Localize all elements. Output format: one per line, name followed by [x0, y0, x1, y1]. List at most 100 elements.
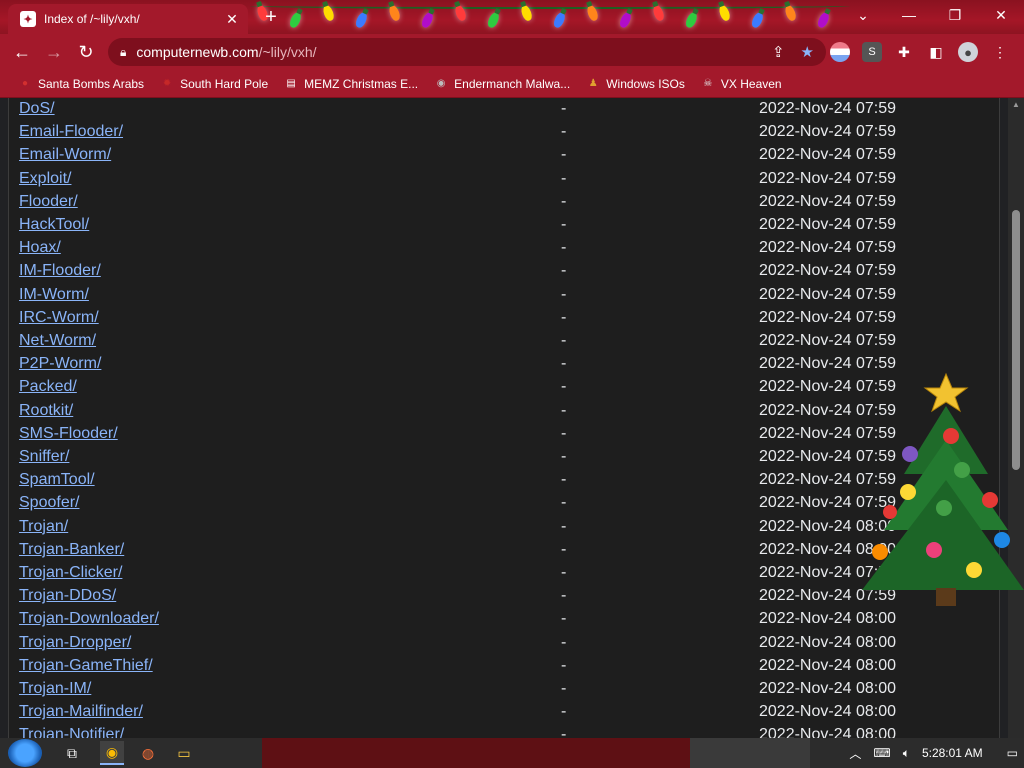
directory-link[interactable]: Trojan-Mailfinder/ — [19, 703, 143, 721]
directory-link[interactable]: Trojan-Dropper/ — [19, 634, 131, 652]
directory-link[interactable]: Trojan-IM/ — [19, 680, 91, 698]
modified-date: 2022-Nov-24 07:59 — [759, 123, 896, 141]
bookmark-item[interactable]: ✹ South Hard Pole — [160, 77, 268, 91]
directory-link[interactable]: Rootkit/ — [19, 402, 73, 420]
chrome-icon[interactable]: ◉ — [100, 741, 124, 765]
figure-icon: ♟ — [588, 78, 598, 89]
light-bulb-decoration — [816, 10, 831, 30]
directory-link[interactable]: Trojan-Downloader/ — [19, 610, 159, 628]
new-tab-button[interactable]: + — [260, 6, 282, 28]
table-row: Trojan-Mailfinder/ - 2022-Nov-24 08:00 — [9, 701, 999, 724]
directory-link[interactable]: Trojan-Clicker/ — [19, 564, 122, 582]
file-size: - — [561, 540, 567, 558]
modified-date: 2022-Nov-24 07:59 — [759, 262, 896, 280]
file-size: - — [561, 146, 567, 164]
file-size: - — [561, 123, 567, 141]
table-row: P2P-Worm/-2022-Nov-24 07:59 — [9, 353, 999, 376]
modified-date: 2022-Nov-24 08:00 — [759, 656, 896, 674]
tab-search-button[interactable]: ⌄ — [840, 0, 886, 30]
reload-icon[interactable]: ↻ — [70, 36, 102, 68]
modified-date: 2022-Nov-24 07:59 — [759, 192, 896, 210]
table-row: Spoofer/-2022-Nov-24 07:59 — [9, 492, 999, 515]
directory-link[interactable]: SpamTool/ — [19, 471, 95, 489]
directory-link[interactable]: HackTool/ — [19, 216, 89, 234]
directory-link[interactable]: Trojan-Banker/ — [19, 541, 124, 559]
modified-date: 2022-Nov-24 08:00 — [759, 726, 896, 738]
file-size: - — [561, 285, 567, 303]
bookmark-label: VX Heaven — [720, 76, 782, 91]
directory-link[interactable]: IM-Worm/ — [19, 286, 89, 304]
modified-date: 2022-Nov-24 08:00 — [759, 703, 896, 721]
modified-date: 2022-Nov-24 07:59 — [759, 169, 896, 187]
browser-tab[interactable]: ✦ Index of /~lily/vxh/ ✕ — [8, 4, 248, 34]
scroll-up-arrow-icon[interactable]: ▲ — [1008, 98, 1024, 112]
directory-link[interactable]: DoS/ — [19, 100, 55, 118]
file-explorer-icon[interactable]: ▭ — [172, 741, 196, 765]
directory-link[interactable]: Trojan-DDoS/ — [19, 587, 116, 605]
extension-s-icon[interactable]: S — [862, 42, 882, 62]
table-row: SpamTool/-2022-Nov-24 07:59 — [9, 469, 999, 492]
directory-link[interactable]: IM-Flooder/ — [19, 262, 101, 280]
bookmark-item[interactable]: ☠ VX Heaven — [701, 76, 782, 91]
notifications-icon[interactable]: ▭ — [1007, 746, 1018, 760]
directory-link[interactable]: Exploit/ — [19, 170, 71, 188]
directory-link[interactable]: P2P-Worm/ — [19, 355, 101, 373]
volume-icon[interactable]: 🔈︎ — [903, 746, 910, 761]
christmas-lights-decoration — [250, 0, 850, 34]
directory-link[interactable]: SMS-Flooder/ — [19, 425, 118, 443]
start-button[interactable] — [8, 739, 42, 767]
bookmark-star-icon[interactable]: ★ — [801, 43, 814, 61]
directory-link[interactable]: Trojan/ — [19, 518, 68, 536]
directory-link[interactable]: Sniffer/ — [19, 448, 69, 466]
directory-link[interactable]: Net-Worm/ — [19, 332, 96, 350]
forward-arrow-icon[interactable]: → — [38, 36, 70, 68]
modified-date: 2022-Nov-24 07:59 — [759, 285, 896, 303]
directory-link[interactable]: Flooder/ — [19, 193, 78, 211]
table-row: Net-Worm/ - 2022-Nov-24 07:59 — [9, 330, 999, 353]
profile-avatar-icon[interactable]: ● — [958, 42, 978, 62]
bookmark-item[interactable]: ◉ Endermanch Malwa... — [434, 77, 570, 91]
table-row: Trojan-Downloader/ - 2022-Nov-24 08:00 — [9, 608, 999, 631]
directory-link[interactable]: Packed/ — [19, 378, 77, 396]
skull-icon: ☠ — [703, 78, 713, 89]
close-window-button[interactable]: ✕ — [978, 0, 1024, 30]
tab-close-icon[interactable]: ✕ — [222, 11, 242, 28]
file-size: - — [561, 680, 567, 697]
bookmark-item[interactable]: ▤ MEMZ Christmas E... — [284, 77, 418, 91]
file-size: - — [561, 192, 567, 210]
directory-link[interactable]: IRC-Worm/ — [19, 309, 99, 327]
share-icon[interactable]: ⇪ — [772, 43, 785, 61]
address-bar[interactable]: 🔒︎ computernewb.com/~lily/vxh/ ⇪ ★ — [108, 38, 826, 66]
bookmark-label: Windows ISOs — [606, 76, 685, 91]
minimize-button[interactable]: — — [886, 0, 932, 30]
file-size: - — [561, 100, 567, 117]
directory-link[interactable]: Spoofer/ — [19, 494, 79, 512]
table-row: IRC-Worm/ - 2022-Nov-24 07:59 — [9, 307, 999, 330]
directory-link[interactable]: Email-Flooder/ — [19, 123, 123, 141]
table-row: Trojan-Dropper/ - 2022-Nov-24 08:00 — [9, 632, 999, 655]
file-size: - — [561, 448, 567, 465]
file-size: - — [561, 703, 567, 721]
lock-icon[interactable]: 🔒︎ — [120, 45, 126, 60]
clock[interactable]: 5:28:01 AM — [922, 746, 983, 760]
network-icon[interactable]: ⌨ — [873, 746, 890, 760]
menu-kebab-icon[interactable]: ⋮ — [990, 42, 1010, 62]
firefox-icon[interactable]: ◍ — [136, 741, 160, 765]
table-row: Exploit/ - 2022-Nov-24 07:59 — [9, 168, 999, 191]
restore-button[interactable]: ❐ — [932, 0, 978, 30]
directory-link[interactable]: Trojan-GameThief/ — [19, 657, 153, 675]
extension-flag-icon[interactable] — [830, 42, 850, 62]
task-view-icon[interactable]: ⧉ — [60, 741, 84, 765]
back-arrow-icon[interactable]: ← — [6, 36, 38, 68]
tray-chevron-icon[interactable]: ︿ — [849, 745, 861, 762]
directory-link[interactable]: Hoax/ — [19, 239, 61, 257]
directory-link[interactable]: Email-Worm/ — [19, 146, 111, 164]
extensions-puzzle-icon[interactable]: ✚ — [894, 42, 914, 62]
table-row: SMS-Flooder/-2022-Nov-24 07:59 — [9, 423, 999, 446]
directory-link[interactable]: Trojan-Notifier/ — [19, 726, 124, 738]
side-panel-icon[interactable]: ◧ — [926, 42, 946, 62]
file-size: - — [561, 308, 567, 326]
bookmark-item[interactable]: ● Santa Bombs Arabs — [18, 77, 144, 91]
modified-date: 2022-Nov-24 07:59 — [759, 146, 896, 164]
bookmark-item[interactable]: ♟ Windows ISOs — [586, 77, 685, 91]
